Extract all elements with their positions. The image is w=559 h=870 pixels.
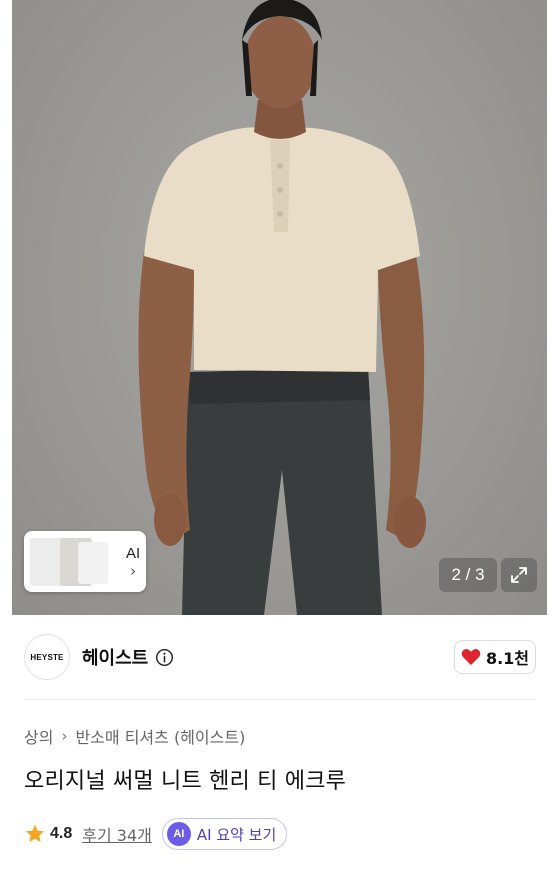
divider xyxy=(24,699,535,700)
product-image[interactable] xyxy=(12,0,547,615)
breadcrumb-item-category[interactable]: 반소매 티셔츠 (헤이스트) xyxy=(75,724,245,748)
ai-summary-button[interactable]: AI AI 요약 보기 xyxy=(161,818,288,850)
thumbnail-image xyxy=(78,541,108,584)
chevron-right-icon: › xyxy=(61,727,68,745)
model-photo xyxy=(138,0,426,615)
info-icon[interactable] xyxy=(155,648,174,667)
brand-row: HEYSTE 헤이스트 8.1천 xyxy=(24,633,536,681)
like-button[interactable]: 8.1천 xyxy=(454,640,536,674)
expand-icon xyxy=(511,567,527,583)
ai-badge-icon: AI xyxy=(166,822,191,846)
rating-value: 4.8 xyxy=(50,825,73,842)
review-count-link[interactable]: 후기 34개 xyxy=(82,822,152,846)
breadcrumb: 상의 › 반소매 티셔츠 (헤이스트) xyxy=(24,724,245,748)
like-count: 8.1천 xyxy=(485,649,530,668)
thumbnail-stack xyxy=(30,536,112,588)
breadcrumb-item-top[interactable]: 상의 xyxy=(24,724,53,748)
expand-button[interactable] xyxy=(501,558,537,592)
chevron-right-icon: › xyxy=(130,561,137,580)
product-title: 오리지널 써멀 니트 헨리 티 에크루 xyxy=(24,769,347,794)
image-page-counter: 2 / 3 xyxy=(439,558,497,592)
star-icon xyxy=(25,824,45,843)
ai-thumb-label: AI xyxy=(126,544,141,562)
brand-logo[interactable]: HEYSTE xyxy=(24,634,70,680)
rating-row: 4.8 후기 34개 AI AI 요약 보기 xyxy=(24,818,288,850)
brand-name[interactable]: 헤이스트 xyxy=(82,644,148,670)
heart-icon xyxy=(461,648,481,665)
ai-summary-label: AI 요약 보기 xyxy=(196,825,277,844)
ai-similar-items-thumb[interactable]: AI › xyxy=(24,531,146,592)
